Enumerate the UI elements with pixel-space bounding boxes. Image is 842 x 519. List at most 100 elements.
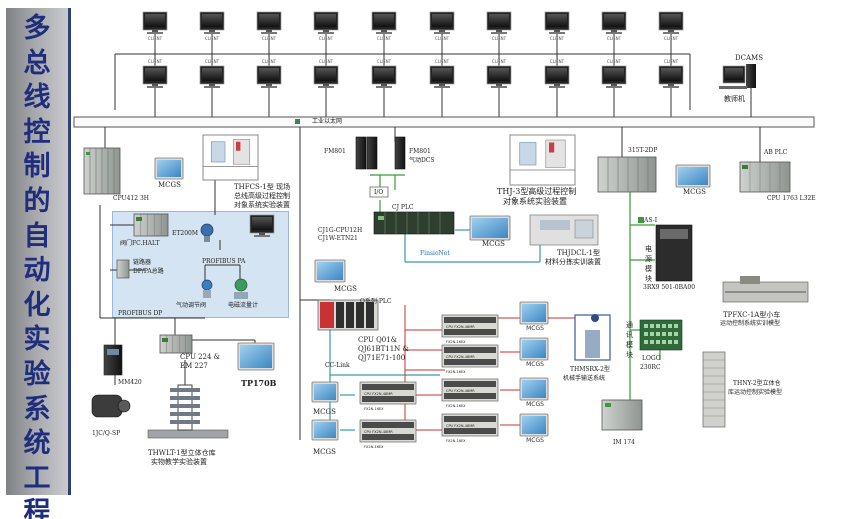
motion-rig-icon	[722, 276, 809, 303]
monitor-icon	[313, 65, 339, 88]
comm-module-3: 模	[626, 341, 633, 349]
fm801-a-icon	[355, 136, 378, 170]
thjdcl-label-2: 材料分拣实训装置	[545, 258, 601, 266]
monitor-icon	[256, 65, 282, 88]
logo-label: LOGO	[642, 355, 661, 362]
profibus-dp-lines	[99, 180, 256, 385]
ab-plc-label: AB PLC	[764, 149, 788, 156]
thwlt-label-1: THWLT-1型立体仓库	[148, 449, 216, 457]
s7-315-rack-icon	[597, 156, 657, 193]
im174-module-icon	[601, 399, 643, 431]
caption: MCGS	[526, 361, 544, 368]
cpu-q-label-3: QJ71E71-100	[358, 354, 406, 362]
fins-label: FinsioNet	[420, 250, 450, 257]
mcgs-fx-touch-panel	[519, 377, 549, 401]
mcgs-fx-touch-panel	[519, 337, 549, 361]
cj-plc-label: CJ PLC	[392, 204, 414, 211]
client-caption: CLIENT	[664, 36, 679, 41]
comm-module-4: 块	[626, 351, 633, 359]
fx2n-caption: CPU FX2N-48MR	[446, 424, 475, 428]
manipulator-rig-icon	[574, 314, 611, 361]
monitor-icon	[199, 11, 225, 34]
s7-315-label: 315T-2DP	[628, 147, 658, 154]
profibus-pa-label: PROFIBUS PA	[202, 258, 246, 265]
caption: MCGS	[526, 437, 544, 444]
io-label: I/O	[374, 189, 384, 196]
mcgs-bottom-label-2: MCGS	[313, 448, 336, 456]
part-number-label: 3RX9 501-0BA00	[643, 284, 696, 291]
mcgs-fx-caption: MCGS	[526, 401, 544, 408]
as-i-label: AS-I	[644, 217, 658, 224]
comm-module-2: 讯	[626, 331, 633, 339]
mm420-inverter-icon	[103, 344, 123, 376]
client-caption: CLIENT	[550, 36, 565, 41]
monitor-icon	[371, 65, 397, 88]
client-caption: CLIENT	[319, 59, 334, 64]
cj-plc-icon	[373, 211, 455, 235]
fx2n-caption: CPU FX2N-48MR	[446, 389, 475, 393]
cpu412-rack-icon	[83, 147, 121, 195]
client-caption: CLIENT	[435, 36, 450, 41]
as-i-module-2: 源	[645, 255, 652, 263]
fx2n-plc-icon: CPU FX2N-48MR FX2N-16EX	[359, 381, 417, 411]
fx2n-sub-caption: FX2N-16EX	[364, 407, 384, 411]
thmsrx-label-1: THMSRX-2型	[570, 366, 610, 373]
thfcs-rig-icon	[202, 134, 259, 181]
cc-link-label: CC-Link	[325, 362, 350, 369]
link-label-2: DP/PA总路	[133, 268, 164, 275]
et200m-icon	[133, 213, 169, 237]
cpu1763-label: CPU 1763 L32E	[767, 195, 816, 202]
monitor-icon	[601, 65, 627, 88]
flowmeter-label: 电磁流量计	[228, 302, 259, 309]
fx2n-caption: CPU FX2N-48MR	[364, 430, 393, 434]
logo-sub-label: 230RC	[640, 364, 661, 371]
client-caption: CLIENT	[550, 59, 565, 64]
industrial-ethernet	[73, 116, 815, 128]
monitor-icon	[658, 65, 684, 88]
fx2n-sub-caption: FX2N-16EX	[364, 445, 384, 449]
client-caption: CLIENT	[492, 59, 507, 64]
client-caption: CLIENT	[377, 59, 392, 64]
tp170b-label: TP170B	[241, 378, 277, 388]
sorting-rig-icon	[529, 214, 599, 246]
mcgs-fx-caption: MCGS	[526, 361, 544, 368]
diagram-root: 多 总 线 控 制 的 自 动 化 实 验 系 统 工 程 CLIENT CLI…	[0, 0, 842, 519]
thjdcl-label-1: THJDCL-1型	[557, 249, 601, 257]
mm420-label: MM420	[118, 379, 142, 386]
motor-label: 1JC/Q-SP	[92, 430, 121, 437]
cpu-q-label-1: CPU Q01&	[358, 336, 397, 344]
cpu224-label-1: CPU 224 &	[180, 353, 220, 361]
fx2n-sub-caption: FX2N-16EX	[446, 370, 466, 374]
fm801-a-label: FM801	[324, 148, 346, 155]
monitor-icon	[249, 214, 275, 237]
mcgs-fx-touch-panel	[519, 301, 549, 325]
motor-icon	[91, 394, 131, 418]
thfcs-label-3: 对象系统实验装置	[234, 201, 290, 209]
cj-label-2: CJ1W-ETN21	[318, 235, 358, 242]
cpu224-label-2: EM 227	[180, 362, 208, 370]
mcgs-fx-caption: MCGS	[526, 437, 544, 444]
mcgs-bottom-touch-panel	[311, 419, 339, 441]
monitor-icon	[601, 11, 627, 34]
control-links	[329, 229, 541, 440]
logo-module-icon	[639, 319, 683, 351]
fx2n-sub-caption: FX2N-16EX	[446, 340, 466, 344]
mcgs-q-touch-panel	[314, 259, 346, 283]
client-caption: CLIENT	[319, 36, 334, 41]
link-label-1: 链路器	[133, 259, 152, 266]
mcgs-q-label: MCGS	[334, 285, 357, 293]
thny-label-2: 库运动控制实验模型	[728, 389, 783, 396]
mcgs-left-touch-panel	[154, 157, 184, 180]
monitor-icon	[142, 65, 168, 88]
monitor-icon	[371, 11, 397, 34]
fx2n-plc-icon: CPU FX2N-48MR FX2N-16EX	[441, 413, 499, 443]
ab-plc-icon	[739, 161, 791, 193]
mcgs-cj-label: MCGS	[482, 240, 505, 248]
fx2n-plc-icon: CPU FX2N-48MR FX2N-16EX	[441, 378, 499, 408]
monitor-icon	[429, 11, 455, 34]
tpfxc-label-1: TPFXC-1A型小车	[723, 311, 781, 319]
transmitter-icon	[200, 223, 214, 242]
thny-label-1: THNY-2型立体仓	[733, 380, 781, 387]
cpu412-label: CPU412 3H	[113, 195, 149, 202]
monitor-icon	[486, 65, 512, 88]
